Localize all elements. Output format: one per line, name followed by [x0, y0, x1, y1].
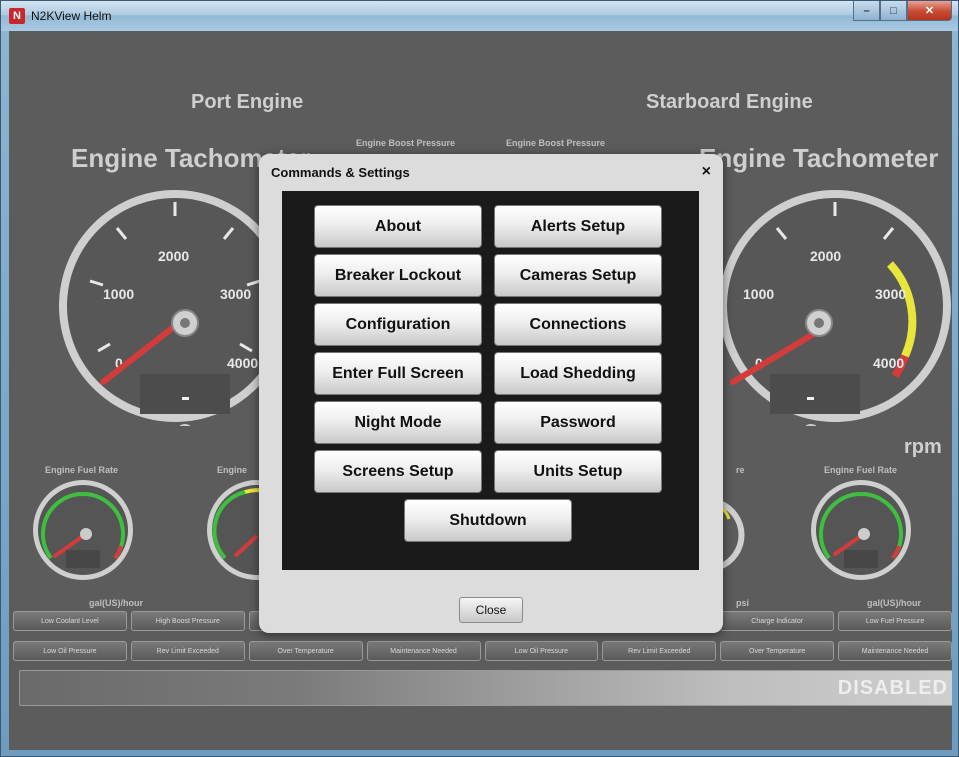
starboard-fuel-rate-title: Engine Fuel Rate	[824, 465, 898, 475]
starboard-partial-gauge	[719, 500, 745, 570]
tach-tick-label: 1000	[743, 286, 774, 302]
port-fuel-unit: gal(US)/hour	[89, 598, 143, 608]
alarm-indicator: Over Temperature	[248, 641, 363, 661]
alerts-setup-button[interactable]: Alerts Setup	[494, 205, 662, 248]
port-engine-partial-gauge	[207, 480, 265, 580]
load-shedding-button[interactable]: Load Shedding	[494, 352, 662, 395]
password-button[interactable]: Password	[494, 401, 662, 444]
alarm-indicator: Low Fuel Pressure	[838, 611, 952, 631]
alarm-indicator: Low Oil Pressure	[484, 641, 599, 661]
alarm-indicator: Charge Indicator	[720, 611, 835, 631]
helm-display: Port Engine Starboard Engine Engine Tach…	[9, 31, 952, 750]
alarm-indicator: Rev Limit Exceeded	[130, 641, 245, 661]
starboard-boost-title: Engine Boost Pressure	[506, 138, 606, 148]
starboard-partial-gauge-title: re	[736, 465, 745, 475]
window-controls: – □ ✕	[853, 1, 952, 21]
title-bar: N N2KView Helm – □ ✕	[1, 1, 958, 31]
psi-unit-label: psi	[736, 598, 750, 608]
alarm-indicator: Over Temperature	[720, 641, 835, 661]
starboard-fuel-rate-gauge	[811, 480, 911, 580]
tach-tick-label: 3000	[875, 286, 906, 302]
close-button[interactable]: Close	[459, 597, 523, 623]
rpm-unit-label: rpm	[904, 436, 942, 458]
alarm-indicator: Low Oil Pressure	[13, 641, 127, 661]
app-window: N N2KView Helm – □ ✕ Port Engine Starboa…	[0, 0, 959, 757]
alarm-indicator: Low Coolant Level	[13, 611, 127, 631]
port-engine-gauge-title: Engine	[217, 465, 248, 475]
tach-tick-label: 3000	[220, 286, 251, 302]
shutdown-button[interactable]: Shutdown	[404, 499, 572, 542]
connections-button[interactable]: Connections	[494, 303, 662, 346]
tach-tick-label: 2000	[158, 248, 189, 264]
alarm-indicator: High Boost Pressure	[130, 611, 245, 631]
window-title: N2KView Helm	[31, 9, 112, 23]
units-setup-button[interactable]: Units Setup	[494, 450, 662, 493]
app-logo-icon: N	[9, 8, 25, 24]
alarm-indicator: Rev Limit Exceeded	[602, 641, 717, 661]
alarm-indicator-row-2: Low Oil Pressure Rev Limit Exceeded Over…	[13, 641, 952, 661]
port-fuel-rate-title: Engine Fuel Rate	[45, 465, 119, 475]
starboard-engine-title: Starboard Engine	[646, 91, 813, 113]
port-fuel-rate-gauge	[33, 480, 133, 580]
commands-settings-dialog: Commands & Settings × About Alerts Setup…	[259, 154, 723, 633]
tach-tick-label: 1000	[103, 286, 134, 302]
configuration-button[interactable]: Configuration	[314, 303, 482, 346]
enter-full-screen-button[interactable]: Enter Full Screen	[314, 352, 482, 395]
maximize-button[interactable]: □	[880, 1, 907, 21]
minimize-button[interactable]: –	[853, 1, 880, 21]
port-engine-title: Port Engine	[191, 91, 304, 113]
close-window-button[interactable]: ✕	[907, 1, 952, 21]
tach-tick-label: 2000	[810, 248, 841, 264]
status-bar: DISABLED	[19, 670, 952, 706]
status-text: DISABLED	[837, 677, 948, 699]
starboard-tach-title: Engine Tachometer	[699, 143, 939, 173]
screens-setup-button[interactable]: Screens Setup	[314, 450, 482, 493]
command-button-panel: About Alerts Setup Breaker Lockout Camer…	[282, 191, 699, 570]
cameras-setup-button[interactable]: Cameras Setup	[494, 254, 662, 297]
alarm-indicator: Maintenance Needed	[366, 641, 481, 661]
night-mode-button[interactable]: Night Mode	[314, 401, 482, 444]
tach-tick-label: 4000	[873, 355, 904, 371]
alarm-indicator: Maintenance Needed	[838, 641, 952, 661]
dialog-title: Commands & Settings	[271, 165, 410, 180]
tach-tick-label: 4000	[227, 355, 258, 371]
starboard-tachometer-gauge: 1000 2000 3000 4000 0	[719, 190, 951, 426]
close-icon[interactable]: ×	[702, 163, 711, 181]
about-button[interactable]: About	[314, 205, 482, 248]
port-boost-title: Engine Boost Pressure	[356, 138, 456, 148]
breaker-lockout-button[interactable]: Breaker Lockout	[314, 254, 482, 297]
starboard-fuel-unit: gal(US)/hour	[867, 598, 921, 608]
